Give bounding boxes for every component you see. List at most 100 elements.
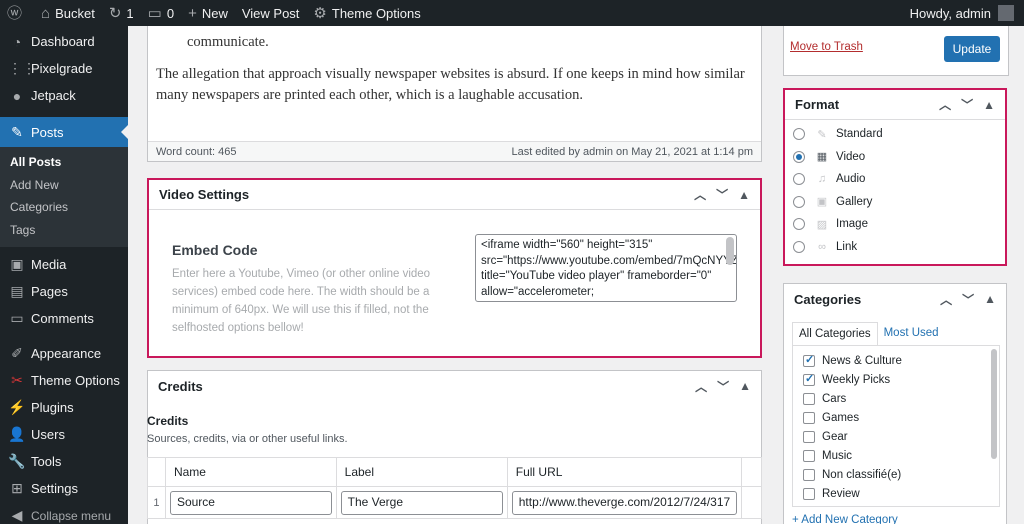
caret-up-icon[interactable]: ▲ — [983, 98, 995, 112]
sidebar-item-label: Appearance — [31, 346, 102, 361]
comments-link[interactable]: ▭ 0 — [141, 0, 181, 26]
chevron-down-icon[interactable]: ﹀ — [716, 186, 728, 203]
format-option-standard[interactable]: ✎ Standard — [785, 123, 1005, 146]
sidebar-item-label: Pixelgrade — [31, 61, 93, 76]
format-label: Audio — [836, 173, 866, 186]
theme-options-link[interactable]: ⚙ Theme Options — [306, 0, 427, 26]
audio-icon: ♫ — [817, 173, 827, 186]
category-item[interactable]: Review — [793, 484, 999, 503]
theme-options-icon: ✂ — [11, 372, 23, 388]
radio-image[interactable] — [793, 218, 805, 231]
sidebar-item-label: Posts — [31, 124, 64, 140]
checkbox-music[interactable] — [803, 449, 815, 462]
tools-icon: 🔧 — [8, 453, 26, 469]
category-item[interactable]: Gear — [793, 427, 999, 446]
gallery-icon: ▣ — [816, 196, 828, 209]
credits-description: Sources, credits, via or other useful li… — [147, 433, 348, 445]
chevron-up-icon[interactable]: ︿ — [939, 96, 951, 113]
embed-code-label: Embed Code — [172, 242, 258, 258]
sidebar-item-appearance[interactable]: ✐ Appearance — [0, 340, 128, 367]
submenu-categories[interactable]: Categories — [0, 196, 128, 219]
category-item[interactable]: News & Culture — [793, 351, 999, 370]
radio-video[interactable] — [793, 150, 805, 163]
caret-up-icon[interactable]: ▲ — [738, 188, 750, 202]
categories-header[interactable]: Categories ︿ ﹀ ▲ — [784, 284, 1006, 314]
radio-standard[interactable] — [793, 128, 805, 141]
move-to-trash-link[interactable]: Move to Trash — [790, 41, 863, 53]
editor-text[interactable]: communicate. The allegation that approac… — [148, 26, 761, 106]
format-option-audio[interactable]: ♫ Audio — [785, 168, 1005, 191]
radio-audio[interactable] — [793, 173, 805, 186]
category-item[interactable]: Games — [793, 408, 999, 427]
submenu-tags[interactable]: Tags — [0, 219, 128, 242]
credit-name-input[interactable]: Source — [169, 490, 332, 515]
sidebar-item-pages[interactable]: ▤ Pages — [0, 278, 128, 305]
category-item[interactable]: Non classifié(e) — [793, 465, 999, 484]
category-item[interactable]: Music — [793, 446, 999, 465]
format-option-video[interactable]: ▦ Video — [785, 146, 1005, 169]
checkbox-gear[interactable] — [803, 430, 815, 443]
format-header[interactable]: Format ︿ ﹀ ▲ — [785, 90, 1005, 120]
tab-most-used[interactable]: Most Used — [878, 322, 945, 346]
settings-icon: ⊞ — [11, 480, 23, 496]
format-option-link[interactable]: ∞ Link — [785, 236, 1005, 259]
sidebar-item-tools[interactable]: 🔧 Tools — [0, 448, 128, 475]
chevron-up-icon[interactable]: ︿ — [694, 186, 706, 203]
tab-all-categories[interactable]: All Categories — [792, 322, 878, 346]
update-button[interactable]: Update — [944, 36, 1000, 62]
chevron-down-icon[interactable]: ﹀ — [961, 96, 973, 113]
sidebar-item-media[interactable]: ▣ Media — [0, 251, 128, 278]
checkbox-games[interactable] — [803, 411, 815, 424]
checkbox-weekly-picks[interactable] — [803, 372, 815, 386]
caret-up-icon[interactable]: ▲ — [984, 292, 996, 306]
add-new-category-link[interactable]: + Add New Category — [792, 514, 898, 524]
checkbox-cars[interactable] — [803, 392, 815, 405]
wordpress-logo-button[interactable]: ⓦ — [0, 0, 34, 26]
sidebar-collapse-menu[interactable]: ◀ Collapse menu — [0, 502, 128, 524]
sidebar-item-label: Collapse menu — [31, 508, 112, 523]
sidebar-item-plugins[interactable]: ⚡ Plugins — [0, 394, 128, 421]
image-icon: ▨ — [816, 218, 828, 231]
video-settings-header[interactable]: Video Settings ︿ ﹀ ▲ — [149, 180, 760, 210]
category-scrollbar[interactable] — [991, 349, 997, 459]
format-option-image[interactable]: ▨ Image — [785, 213, 1005, 236]
users-icon: 👤 — [8, 426, 26, 442]
category-item[interactable]: Cars — [793, 389, 999, 408]
format-option-gallery[interactable]: ▣ Gallery — [785, 191, 1005, 214]
chevron-down-icon[interactable]: ﹀ — [962, 291, 974, 308]
sidebar-item-label: Media — [31, 257, 67, 272]
checkbox-news-culture[interactable] — [803, 353, 815, 367]
checkbox-review[interactable] — [803, 487, 815, 500]
format-box: Format ︿ ﹀ ▲ ✎ Standard ▦ Video ♫ Audio ▣ Ga… — [783, 88, 1007, 266]
sidebar-item-theme-options[interactable]: ✂ Theme Options — [0, 367, 128, 394]
account-menu[interactable]: Howdy, admin — [910, 5, 1024, 21]
sidebar-item-jetpack[interactable]: ● Jetpack — [0, 82, 128, 109]
chevron-up-icon[interactable]: ︿ — [940, 291, 952, 308]
credit-label-input[interactable]: The Verge — [340, 490, 503, 515]
category-item[interactable]: Weekly Picks — [793, 370, 999, 389]
embed-code-textarea[interactable]: <iframe width="560" height="315" src="ht… — [475, 234, 737, 302]
view-post-link[interactable]: View Post — [235, 0, 307, 26]
site-name-link[interactable]: ⌂ Bucket — [34, 0, 102, 26]
submenu-add-new[interactable]: Add New — [0, 174, 128, 197]
sidebar-item-dashboard[interactable]: ◔ Dashboard — [0, 28, 128, 55]
box-title: Format — [795, 97, 840, 112]
credit-url-input[interactable]: http://www.theverge.com/2012/7/24/317 — [511, 490, 738, 515]
new-content-link[interactable]: + New — [181, 0, 235, 26]
comments-icon: ▭ — [10, 310, 24, 326]
sidebar-item-users[interactable]: 👤 Users — [0, 421, 128, 448]
sidebar-item-posts[interactable]: ✎ Posts — [0, 117, 128, 147]
sidebar-item-comments[interactable]: ▭ Comments — [0, 305, 128, 332]
updates-link[interactable]: ↻ 1 — [102, 0, 141, 26]
sidebar-item-settings[interactable]: ⊞ Settings — [0, 475, 128, 502]
content-editor[interactable]: communicate. The allegation that approac… — [147, 26, 762, 162]
submenu-all-posts[interactable]: All Posts — [0, 151, 128, 174]
checkbox-non-classifie[interactable] — [803, 468, 815, 481]
table-row: 1 Source The Verge http://www.theverge.c… — [147, 486, 762, 519]
radio-link[interactable] — [793, 240, 805, 253]
textarea-scrollbar[interactable] — [726, 237, 734, 265]
updates-count: 1 — [126, 5, 134, 21]
sidebar-item-pixelgrade[interactable]: ⋮⋮ Pixelgrade — [0, 55, 128, 82]
radio-gallery[interactable] — [793, 195, 805, 208]
category-label: Music — [822, 449, 853, 462]
